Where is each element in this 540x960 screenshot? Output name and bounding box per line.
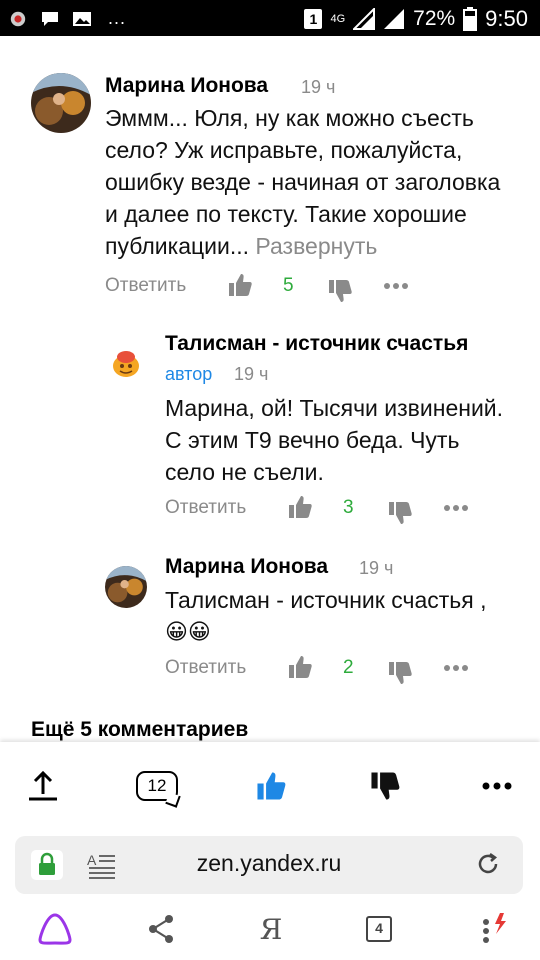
more-options-icon[interactable] [382,276,410,296]
share-nav-button[interactable] [146,912,176,946]
more-notifications: ... [108,8,127,28]
expand-link[interactable]: Развернуть [255,233,377,259]
share-upload-icon [29,770,57,801]
browser-address-area: A zen.yandex.ru [0,830,540,898]
comment-actions: Ответить 5 [105,272,415,302]
like-count: 2 [343,657,354,678]
clock: 9:50 [485,6,528,31]
reply-button[interactable]: Ответить [105,275,186,297]
reply-button[interactable]: Ответить [165,497,246,519]
address-bar[interactable]: A zen.yandex.ru [15,836,523,894]
avatar-photo [105,566,147,608]
article-toolbar: 12 [0,742,540,830]
reply-button[interactable]: Ответить [165,657,246,679]
tabs-button[interactable]: 4 [364,912,394,946]
comment-author-name[interactable]: Марина Ионова [165,555,328,579]
signal-icon [353,8,376,30]
comment-time: 19 ч [359,558,394,578]
comment-text: Эммм... Юля, ну как можно съесть село? У… [105,102,515,262]
author-avatar[interactable] [106,344,146,384]
more-options-icon[interactable] [442,498,470,518]
network-type: 4G [330,12,346,25]
sim-badge: 1 [304,9,323,29]
message-icon [42,11,58,26]
comment-text: Талисман - источник счастья , [165,587,487,613]
more-options-icon[interactable] [442,658,470,678]
menu-icon [483,913,506,943]
signal-icon-2 [384,9,405,29]
status-bar: ... 1 4G 72% 9:50 [0,0,540,36]
comment-emoji: 😀😀 [165,619,211,644]
more-options-icon [482,782,512,790]
battery-icon [463,7,478,31]
like-icon[interactable] [227,272,253,298]
comment-author-name[interactable]: Марина Ионова [105,74,268,98]
dislike-icon[interactable] [387,660,413,686]
more-comments-link[interactable]: Ещё 5 комментариев [31,718,248,742]
like-count: 3 [343,497,354,518]
yandex-home-button[interactable]: Я [256,912,286,946]
like-icon[interactable] [287,494,313,520]
avatar[interactable] [31,73,91,133]
author-badge: автор [165,364,213,384]
tabs-count: 4 [366,916,392,942]
refresh-icon[interactable] [475,851,501,877]
comment-actions: Ответить 3 [165,494,475,524]
dislike-icon[interactable] [387,500,413,526]
comments-button[interactable]: 12 [134,766,180,806]
more-button[interactable] [474,766,520,806]
app-notification-icon [10,11,26,26]
comments-count: 12 [136,771,178,801]
image-icon [73,11,91,26]
avatar-photo [31,73,91,133]
browser-navbar: Я 4 [0,898,540,960]
share-button[interactable] [20,766,66,806]
like-icon[interactable] [287,654,313,680]
comment-text: Марина, ой! Тысячи извинений. С этим Т9 … [165,395,504,485]
talisman-logo-icon [107,345,145,383]
browser-menu-button[interactable] [476,912,510,946]
avatar[interactable] [105,566,147,608]
alice-button[interactable] [36,912,74,946]
comment-time: 19 ч [301,77,336,97]
url-text[interactable]: zen.yandex.ru [15,850,523,877]
battery-percent: 72% [413,7,456,30]
dislike-icon[interactable] [327,278,353,304]
share-icon [149,915,173,943]
comment-author-name[interactable]: Талисман - источник счастья [165,332,468,356]
dislike-icon [371,772,400,800]
comment-actions: Ответить 2 [165,654,475,684]
comment-time: 19 ч [234,364,269,384]
dislike-button[interactable] [362,766,408,806]
alice-icon [38,913,72,945]
like-button[interactable] [248,766,294,806]
like-icon [257,772,286,800]
like-count: 5 [283,275,294,296]
